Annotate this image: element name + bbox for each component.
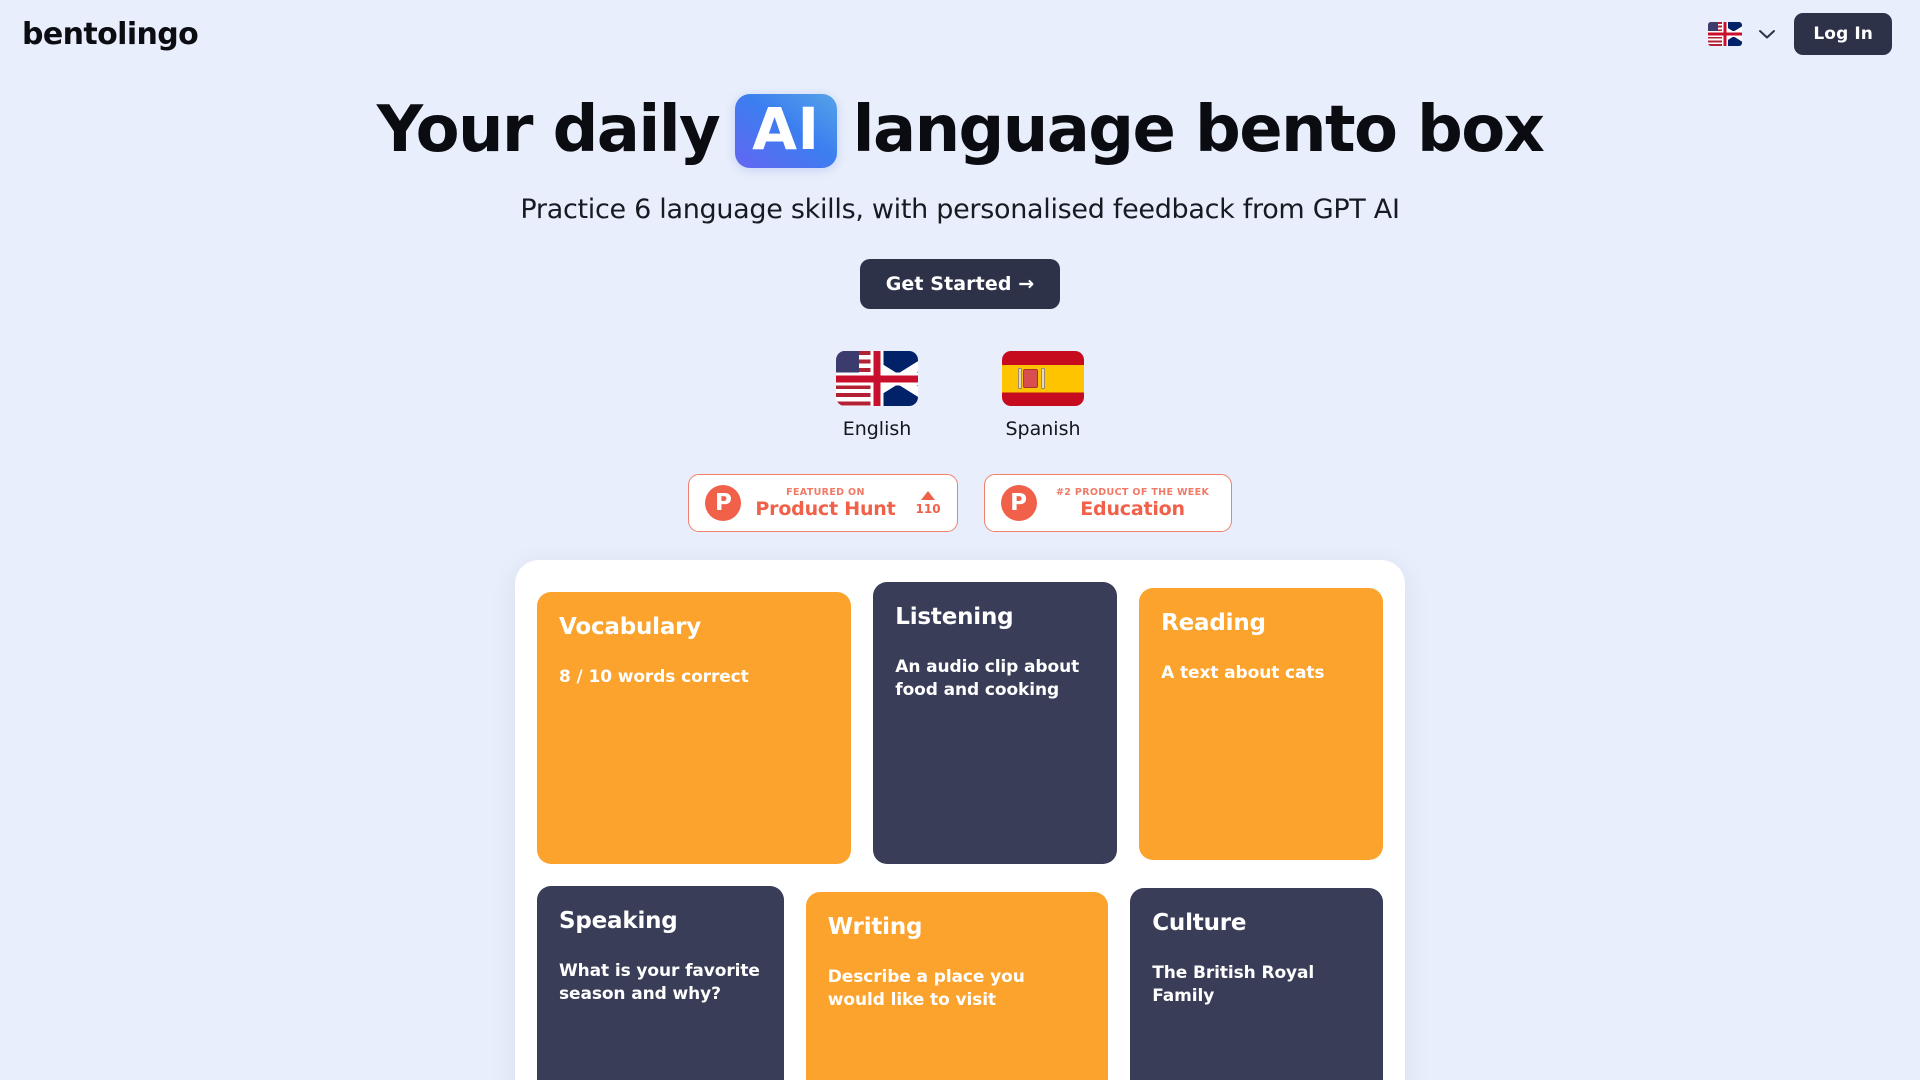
bento-row-1: Vocabulary 8 / 10 words correct Listenin…: [537, 582, 1383, 864]
get-started-button[interactable]: Get Started →: [859, 259, 1061, 309]
bento-card-vocabulary[interactable]: Vocabulary 8 / 10 words correct: [537, 592, 852, 864]
card-title: Vocabulary: [559, 614, 702, 640]
product-hunt-icon: P: [1000, 485, 1037, 521]
card-description: Describe a place you would like to visit: [827, 967, 1025, 1011]
card-description: 8 / 10 words correct: [559, 667, 749, 687]
page-subtitle: Practice 6 language skills, with persona…: [520, 194, 1400, 225]
product-hunt-education-badge[interactable]: P #2 PRODUCT OF THE WEEK Education: [983, 474, 1232, 532]
card-title: Culture: [1152, 910, 1247, 936]
navbar: bentolingo Log In: [0, 0, 1920, 68]
bento-row-2: Speaking What is your favorite season an…: [537, 886, 1383, 1080]
language-options: English Spanish: [0, 351, 1920, 440]
product-hunt-badges: P FEATURED ON Product Hunt 110 P #2 PROD…: [0, 474, 1920, 532]
bento-card-listening[interactable]: Listening An audio clip about food and c…: [873, 582, 1118, 864]
cta-container: Get Started →: [0, 259, 1920, 309]
product-hunt-featured-badge[interactable]: P FEATURED ON Product Hunt 110: [688, 474, 958, 532]
card-title: Speaking: [559, 908, 678, 934]
upvote-count: 110: [915, 501, 941, 516]
bento-card-writing[interactable]: Writing Describe a place you would like …: [805, 892, 1109, 1080]
product-hunt-icon: P: [705, 485, 742, 521]
page-title: Your daily AI language bento box: [0, 94, 1920, 168]
card-title: Listening: [895, 604, 1014, 630]
bento-card-speaking[interactable]: Speaking What is your favorite season an…: [537, 886, 784, 1080]
hero-section: Your daily AI language bento box Practic…: [0, 68, 1920, 532]
brand-logo[interactable]: bentolingo: [22, 17, 199, 52]
upvote-arrow-icon: [921, 490, 936, 500]
headline-part-before: Your daily: [376, 93, 721, 168]
card-description: An audio clip about food and cooking: [895, 657, 1080, 701]
card-description: A text about cats: [1161, 663, 1325, 683]
headline-part-after: language bento box: [852, 93, 1545, 168]
us-uk-flag-icon: [1708, 22, 1743, 46]
language-option-english[interactable]: English: [836, 351, 918, 440]
card-title: Writing: [827, 914, 923, 940]
upvote-counter: 110: [910, 490, 941, 516]
bento-grid: Vocabulary 8 / 10 words correct Listenin…: [515, 560, 1405, 1080]
language-switcher[interactable]: [1708, 22, 1776, 46]
badge-kicker: FEATURED ON: [786, 486, 865, 498]
login-button[interactable]: Log In: [1794, 13, 1892, 55]
badge-text: FEATURED ON Product Hunt: [755, 487, 895, 520]
bento-card-culture[interactable]: Culture The British Royal Family: [1130, 888, 1383, 1080]
language-label: English: [842, 418, 912, 440]
bento-card-reading[interactable]: Reading A text about cats: [1139, 588, 1383, 860]
language-option-spanish[interactable]: Spanish: [1002, 351, 1084, 440]
badge-kicker: #2 PRODUCT OF THE WEEK: [1055, 486, 1210, 498]
card-description: What is your favorite season and why?: [559, 961, 760, 1005]
badge-title: Education: [1080, 497, 1185, 520]
ai-badge: AI: [735, 94, 837, 168]
card-title: Reading: [1161, 610, 1266, 636]
badge-title: Product Hunt: [755, 497, 896, 520]
chevron-down-icon: [1758, 28, 1776, 40]
spain-flag-icon: [1002, 351, 1084, 406]
us-uk-flag-icon: [836, 351, 918, 406]
badge-text: #2 PRODUCT OF THE WEEK Education: [1051, 487, 1215, 520]
card-description: The British Royal Family: [1152, 963, 1315, 1007]
language-label: Spanish: [1005, 418, 1081, 440]
navbar-right: Log In: [1708, 13, 1892, 55]
